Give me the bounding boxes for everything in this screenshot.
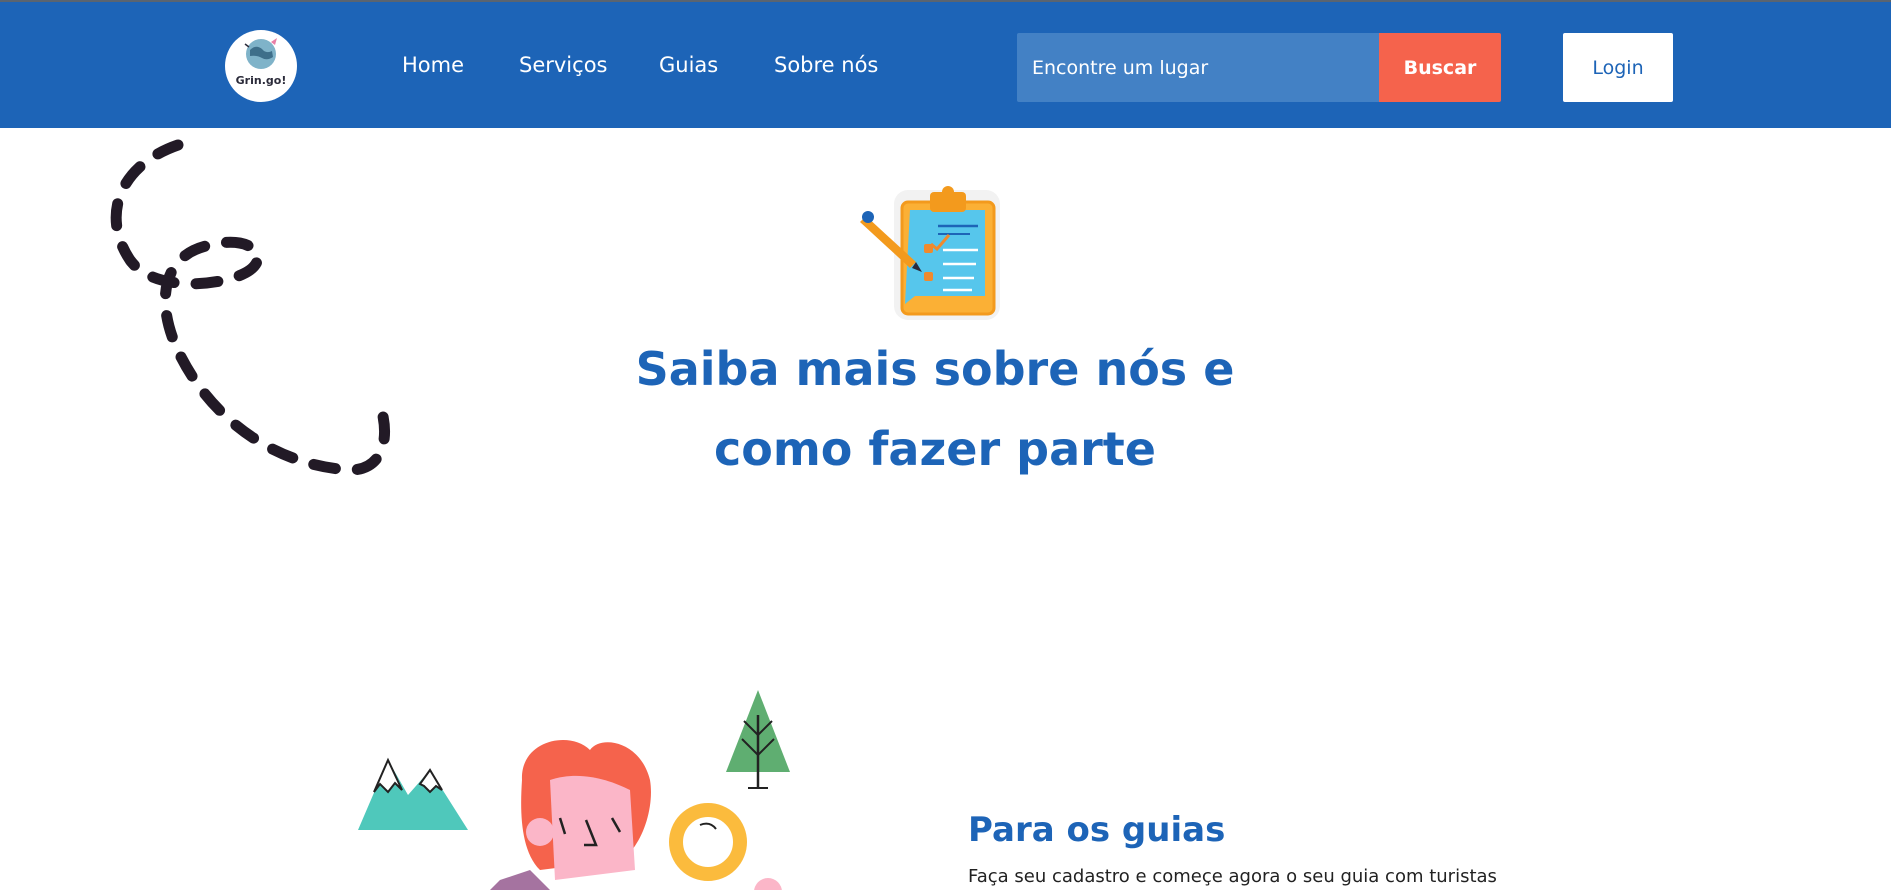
logo-text: Grin.go! — [235, 74, 287, 87]
hero-title-line-1: Saiba mais sobre nós e — [635, 342, 1235, 396]
nav-home[interactable]: Home — [402, 53, 464, 77]
dashed-path-decoration — [110, 139, 391, 476]
section-title: Para os guias — [968, 810, 1226, 850]
guide-illustration — [358, 690, 790, 890]
search-input[interactable] — [1017, 33, 1379, 102]
clipboard-icon — [860, 186, 1000, 320]
globe-icon — [244, 38, 277, 69]
nav-sobre-nos[interactable]: Sobre nós — [774, 53, 878, 77]
search-button[interactable]: Buscar — [1379, 33, 1501, 102]
nav-guias[interactable]: Guias — [659, 53, 718, 77]
nav-servicos[interactable]: Serviços — [519, 53, 607, 77]
hero-title-line-2: como fazer parte — [714, 422, 1156, 476]
navbar: Grin.go! Home Serviços Guias Sobre nós B… — [0, 2, 1891, 128]
logo[interactable]: Grin.go! — [225, 30, 297, 102]
section-text: Faça seu cadastro e começe agora o seu g… — [968, 866, 1497, 887]
login-button[interactable]: Login — [1563, 33, 1673, 102]
